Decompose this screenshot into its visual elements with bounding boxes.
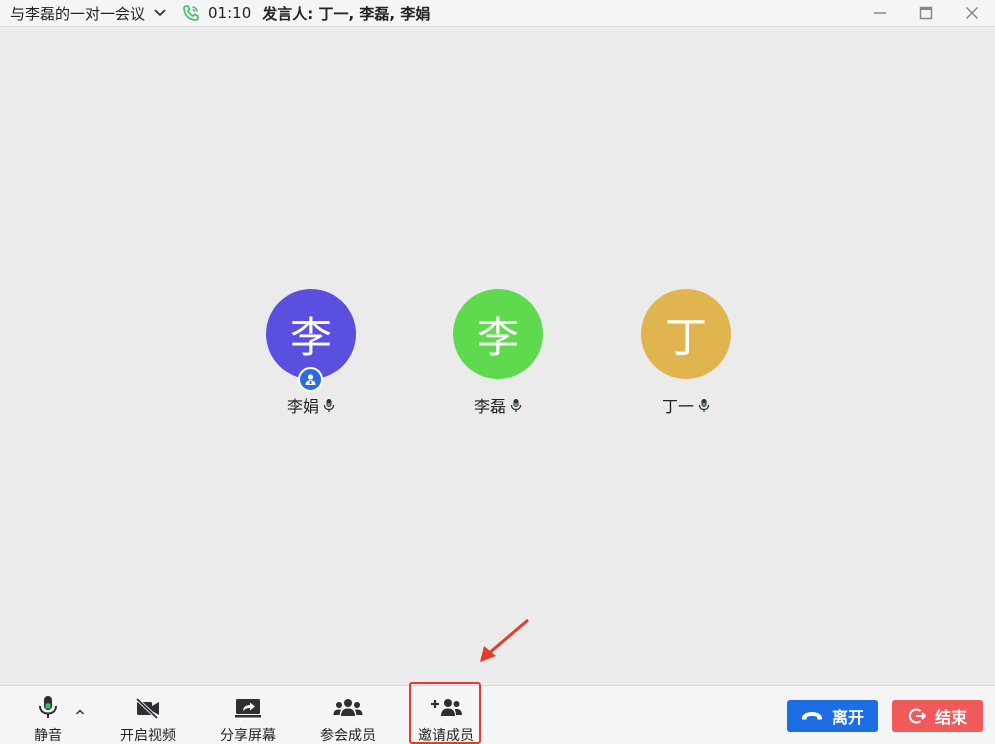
window-controls <box>857 0 995 26</box>
add-member-icon <box>429 691 463 720</box>
avatar: 丁 <box>641 289 731 379</box>
mute-button[interactable]: 静音 <box>28 686 68 744</box>
avatar-initial: 李 <box>476 312 519 362</box>
exit-icon <box>908 707 926 725</box>
title-bar: 与李磊的一对一会议 01:10 发言人: 丁一, 李磊, 李娟 <box>0 0 995 27</box>
avatar-initial: 丁 <box>664 312 707 362</box>
end-meeting-button[interactable]: 结束 <box>892 700 983 732</box>
microphone-icon <box>510 398 522 413</box>
participant-name: 李娟 <box>286 397 319 416</box>
microphone-icon <box>37 691 59 720</box>
start-video-label: 开启视频 <box>120 728 176 744</box>
leave-label: 离开 <box>831 708 864 727</box>
speakers-label: 发言人: <box>262 4 314 23</box>
invite-members-label: 邀请成员 <box>418 728 474 744</box>
share-screen-icon <box>233 691 263 720</box>
speakers-names: 丁一, 李磊, 李娟 <box>318 4 431 23</box>
host-icon <box>298 367 323 392</box>
leave-button[interactable]: 离开 <box>787 700 878 732</box>
call-timer: 01:10 <box>208 4 252 22</box>
members-label: 参会成员 <box>320 728 376 744</box>
microphone-icon <box>698 398 710 413</box>
share-screen-button[interactable]: 分享屏幕 <box>216 686 280 744</box>
video-off-icon <box>134 691 162 720</box>
share-screen-label: 分享屏幕 <box>220 728 276 744</box>
invite-members-button[interactable]: 邀请成员 <box>414 686 478 744</box>
end-meeting-label: 结束 <box>934 708 967 727</box>
mute-label: 静音 <box>34 728 62 744</box>
participant-tile[interactable]: 李 李娟 <box>251 289 371 417</box>
maximize-icon[interactable] <box>903 0 949 26</box>
avatar: 李 <box>266 289 356 392</box>
avatar: 李 <box>453 289 543 379</box>
close-icon[interactable] <box>949 0 995 26</box>
speakers-indicator: 发言人: 丁一, 李磊, 李娟 <box>262 3 430 24</box>
meeting-title: 与李磊的一对一会议 <box>10 4 146 23</box>
participant-name: 丁一 <box>661 397 694 416</box>
minimize-icon[interactable] <box>857 0 903 26</box>
members-icon <box>332 691 364 720</box>
chevron-down-icon[interactable] <box>153 6 167 20</box>
microphone-icon <box>323 398 335 413</box>
phone-call-icon <box>182 4 200 22</box>
avatar-initial: 李 <box>289 312 332 362</box>
participant-tile[interactable]: 丁 丁一 <box>626 289 746 417</box>
hang-up-icon <box>801 710 823 722</box>
chevron-up-icon[interactable] <box>74 706 86 718</box>
participant-tile[interactable]: 李 李磊 <box>438 289 558 417</box>
members-button[interactable]: 参会成员 <box>316 686 380 744</box>
participant-name: 李磊 <box>473 397 506 416</box>
annotation-arrow-icon <box>480 618 529 662</box>
start-video-button[interactable]: 开启视频 <box>116 686 180 744</box>
